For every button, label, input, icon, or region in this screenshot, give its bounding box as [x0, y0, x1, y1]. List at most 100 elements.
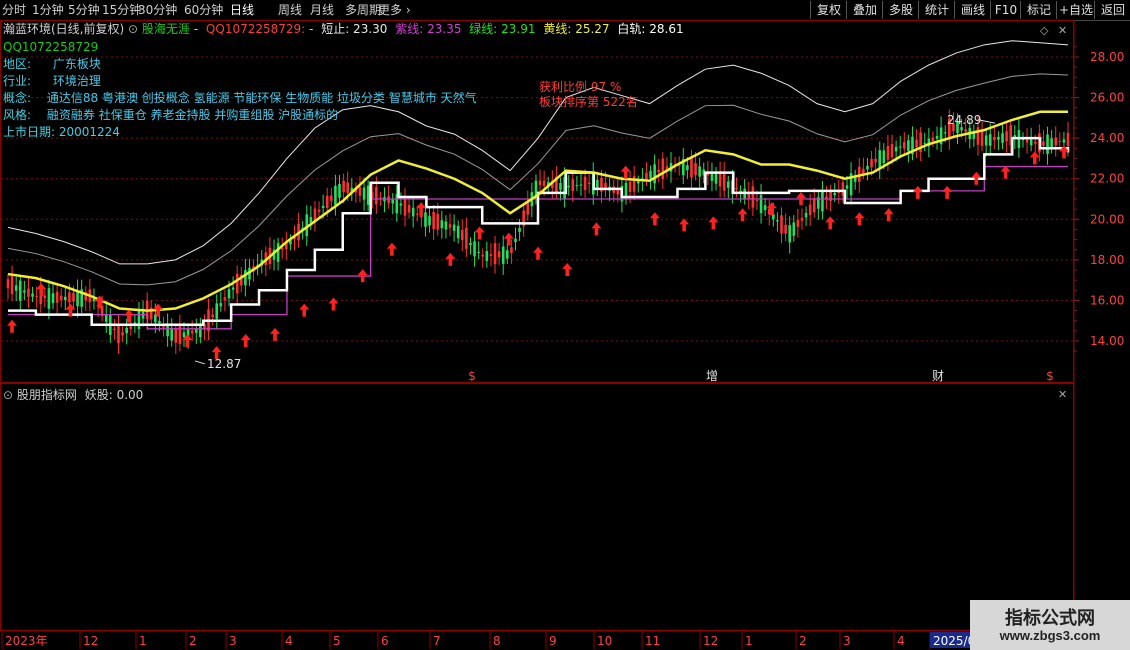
candle-body [718, 172, 722, 187]
candle-body [567, 185, 570, 188]
candle-body [1005, 131, 1008, 142]
tab-timeframe-7[interactable]: 周线 [278, 2, 302, 18]
candle-body [27, 288, 30, 297]
candle-body [330, 195, 333, 201]
candle-body [583, 176, 587, 190]
candle-body [763, 205, 767, 211]
tab-timeframe-8[interactable]: 月线 [310, 2, 334, 18]
date-label: 8 [493, 634, 501, 648]
candle-body [935, 136, 939, 139]
candle-body [424, 212, 427, 227]
candle-body [636, 180, 640, 184]
candle-body [432, 211, 435, 229]
tab-timeframe-0[interactable]: 分时 [2, 2, 26, 18]
candle-body [448, 224, 452, 228]
candle-body [886, 145, 890, 160]
candle-body [317, 209, 321, 212]
style-value: 融资融券 社保重仓 养老金持股 并购重组股 沪股通标的 [46, 108, 339, 122]
short-stop-value: 短止: 23.30 [321, 22, 388, 36]
close-icon[interactable]: ✕ [1058, 24, 1067, 37]
candle-body [559, 183, 562, 190]
event-marker[interactable]: 财 [932, 369, 944, 383]
candle-body [759, 194, 763, 214]
candle-body [411, 207, 415, 217]
purple-line-value: 紫线: 23.35 [395, 22, 462, 36]
event-marker[interactable]: $ [1046, 369, 1054, 383]
candle-body [976, 127, 980, 145]
candle-body [72, 292, 75, 302]
info-industry: 行业: 环境治理 [3, 74, 101, 89]
sub-panel-title[interactable]: 股朋指标网 [17, 388, 77, 402]
dropdown-icon[interactable]: ⊙ [128, 22, 138, 36]
date-label: 4 [897, 634, 905, 648]
candle-body [506, 250, 509, 259]
candle-body [575, 185, 579, 187]
toolbar-button-2[interactable]: 多股 [882, 1, 919, 19]
qq-label: QQ1072258729: [205, 22, 306, 36]
tab-timeframe-9[interactable]: 多周期 [345, 2, 381, 18]
candle-body [890, 144, 894, 158]
tab-timeframe-4[interactable]: 30分钟 [138, 2, 177, 18]
buy-arrow-icon [123, 309, 134, 323]
candle-body [727, 181, 730, 188]
date-label: 2 [799, 634, 807, 648]
candle-body [235, 273, 239, 294]
candle-body [510, 247, 513, 254]
candle-body [755, 200, 759, 202]
candle-body [1046, 134, 1049, 154]
indicator-name[interactable]: 股海无涯 [142, 22, 190, 36]
toolbar-button-0[interactable]: 复权 [810, 1, 847, 19]
region-value: 广东板块 [52, 57, 101, 71]
toolbar-button-7[interactable]: +自选 [1056, 1, 1095, 19]
candle-body [473, 241, 476, 257]
tab-timeframe-6[interactable]: 日线 [230, 2, 254, 18]
candle-body [170, 327, 174, 341]
date-label: 12 [83, 634, 98, 648]
tab-timeframe-10[interactable]: 更多 › [378, 2, 411, 18]
candle-body [493, 243, 497, 265]
candle-body [907, 140, 910, 152]
date-label: 10 [597, 634, 612, 648]
toolbar-button-4[interactable]: 画线 [954, 1, 991, 19]
tab-timeframe-3[interactable]: 15分钟 [102, 2, 141, 18]
date-label: 12 [703, 634, 718, 648]
candle-body [407, 204, 411, 213]
candle-body [166, 324, 169, 337]
sub-panel-header: ⊙ 股朋指标网 妖股: 0.00 [3, 388, 143, 403]
toolbar-button-6[interactable]: 标记 [1020, 1, 1057, 19]
candle-body [649, 171, 652, 179]
toolbar-button-1[interactable]: 叠加 [846, 1, 883, 19]
candle-body [375, 186, 378, 205]
candle-body [812, 198, 816, 213]
event-marker[interactable]: $ [468, 369, 476, 383]
candle-body [47, 288, 51, 309]
candle-body [23, 290, 26, 293]
high-price-label: 24.89 [947, 113, 981, 127]
candle-body [874, 158, 877, 163]
watermark-logo: 指标公式网 www.zbgs3.com [970, 600, 1130, 650]
candle-body [870, 159, 873, 168]
tab-timeframe-1[interactable]: 1分钟 [32, 2, 64, 18]
watermark-url: www.zbgs3.com [999, 628, 1101, 643]
candle-body [178, 325, 182, 344]
candle-body [481, 254, 485, 257]
candle-body [68, 292, 71, 303]
sub-close-icon[interactable]: ✕ [1058, 388, 1067, 401]
tab-timeframe-5[interactable]: 60分钟 [184, 2, 223, 18]
date-label: 2023年 [5, 634, 48, 648]
toolbar-button-8[interactable]: 返回 [1094, 1, 1130, 19]
candle-body [276, 243, 280, 262]
toolbar-button-5[interactable]: F10 [990, 1, 1021, 19]
toolbar-button-3[interactable]: 统计 [918, 1, 955, 19]
diamond-icon[interactable]: ◇ [1040, 24, 1049, 37]
tab-timeframe-2[interactable]: 5分钟 [68, 2, 100, 18]
candle-body [1054, 137, 1058, 146]
candle-body [10, 275, 14, 295]
price-tick-label: 24.00 [1090, 131, 1124, 145]
industry-label: 行业: [3, 74, 32, 88]
candle-body [542, 180, 546, 186]
event-marker[interactable]: 增 [706, 369, 718, 383]
date-label: 1 [745, 634, 753, 648]
candle-body [485, 250, 489, 262]
sub-panel-dropdown-icon[interactable]: ⊙ [3, 388, 13, 402]
